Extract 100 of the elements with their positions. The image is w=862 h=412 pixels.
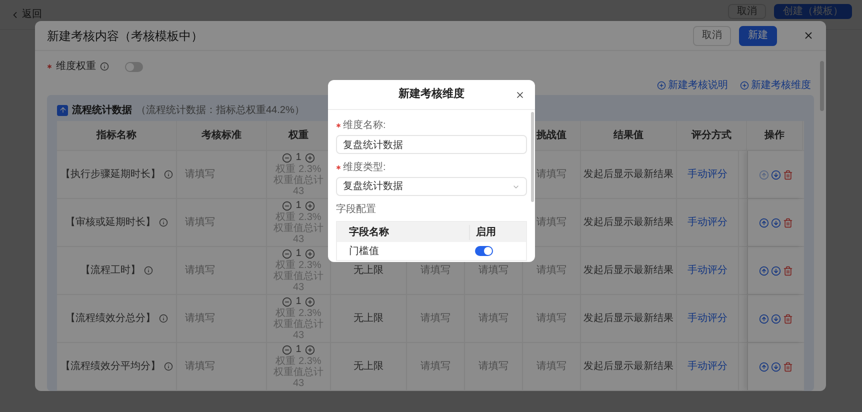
scoring-link[interactable]: 手动评分 xyxy=(688,311,728,326)
metric-name: 【流程绩效分总分】 xyxy=(66,312,156,326)
move-up-icon[interactable] xyxy=(758,170,768,180)
plus-icon[interactable] xyxy=(305,201,316,211)
column-header: 考核标准 xyxy=(202,128,242,143)
move-down-icon[interactable] xyxy=(770,266,780,276)
minus-icon[interactable] xyxy=(282,153,292,163)
section-label: 字段配置 xyxy=(336,202,377,217)
limit-text: 无上限 xyxy=(354,312,384,326)
create-link[interactable]: 新建考核维度 xyxy=(740,78,811,93)
placeholder-text: 请填写 xyxy=(185,168,215,182)
weight-value: 1 xyxy=(296,200,302,212)
delete-icon[interactable] xyxy=(782,218,792,228)
delete-icon[interactable] xyxy=(782,266,792,276)
toggle-switch[interactable] xyxy=(125,62,143,72)
scoring-link[interactable]: 手动评分 xyxy=(688,167,728,182)
minus-icon[interactable] xyxy=(282,249,292,259)
result-text: 发起后显示最新结果 xyxy=(584,312,674,326)
metric-name: 【流程工时】 xyxy=(80,264,140,278)
move-down-icon[interactable] xyxy=(770,314,780,324)
placeholder-text: 请填写 xyxy=(185,264,215,278)
scoring-link[interactable]: 手动评分 xyxy=(688,359,728,374)
info-icon xyxy=(158,218,168,227)
metric-name: 【执行步骤延期时长】 xyxy=(60,168,160,182)
column-header: 权重 xyxy=(288,128,308,143)
weight-value: 1 xyxy=(296,296,302,308)
column-header: 指标名称 xyxy=(96,128,136,143)
scoring-link[interactable]: 手动评分 xyxy=(688,263,728,278)
delete-icon[interactable] xyxy=(782,362,792,372)
placeholder-text: 请填写 xyxy=(536,360,566,374)
placeholder-text: 请填写 xyxy=(478,360,508,374)
minus-icon[interactable] xyxy=(282,297,292,307)
column-header: 启用 xyxy=(469,224,496,240)
weight-value: 1 xyxy=(296,344,302,356)
minus-icon[interactable] xyxy=(282,201,292,211)
toggle-switch[interactable] xyxy=(475,246,493,256)
placeholder-text: 请填写 xyxy=(420,264,450,278)
cancel-button[interactable]: 取消 xyxy=(693,26,731,46)
placeholder-text: 请填写 xyxy=(536,264,566,278)
result-text: 发起后显示最新结果 xyxy=(584,360,674,374)
section-title: 流程统计数据 xyxy=(72,103,132,118)
limit-text: 无上限 xyxy=(354,264,384,278)
column-header: 结果值 xyxy=(614,128,644,143)
close-icon[interactable] xyxy=(803,30,814,41)
metric-name: 【流程绩效分平均分】 xyxy=(60,360,160,374)
minus-icon[interactable] xyxy=(282,345,292,355)
result-text: 发起后显示最新结果 xyxy=(584,168,674,182)
move-down-icon[interactable] xyxy=(770,218,780,228)
move-down-icon[interactable] xyxy=(770,170,780,180)
create-link[interactable]: 新建考核说明 xyxy=(657,78,728,93)
field-name: 门槛值 xyxy=(348,244,380,258)
weight-value: 1 xyxy=(296,152,302,164)
info-icon xyxy=(158,314,168,323)
plus-icon[interactable] xyxy=(305,249,316,259)
placeholder-text: 请填写 xyxy=(536,216,566,230)
field-label: 维度类型: xyxy=(343,160,386,174)
plus-icon[interactable] xyxy=(305,297,316,307)
column-header: 挑战值 xyxy=(536,128,566,143)
modal-title: 新建考核内容（考核模板中） xyxy=(47,28,203,44)
delete-icon[interactable] xyxy=(782,170,792,180)
weight-value: 1 xyxy=(296,248,302,260)
primary-button[interactable]: 新建 xyxy=(739,26,777,46)
arrow-up-icon xyxy=(57,104,68,116)
select-field[interactable]: 复盘统计数据 xyxy=(336,177,527,196)
plus-icon[interactable] xyxy=(305,153,316,163)
primary-button[interactable]: 创建（模板） xyxy=(774,4,852,19)
limit-text: 无上限 xyxy=(354,360,384,374)
metric-name: 【审核或延期时长】 xyxy=(66,216,156,230)
column-header: 操作 xyxy=(764,128,784,143)
result-text: 发起后显示最新结果 xyxy=(584,264,674,278)
move-up-icon[interactable] xyxy=(758,314,768,324)
link-text[interactable]: 新建考核说明 xyxy=(668,78,728,93)
placeholder-text: 请填写 xyxy=(536,168,566,182)
delete-icon[interactable] xyxy=(782,314,792,324)
close-icon[interactable] xyxy=(515,90,525,100)
field-label: 维度名称: xyxy=(343,118,386,132)
column-header: 评分方式 xyxy=(692,128,732,143)
placeholder-text: 请填写 xyxy=(185,312,215,326)
section-summary: （流程统计数据：指标总权重44.2%） xyxy=(136,104,304,118)
back-link[interactable]: 返回 xyxy=(22,7,42,22)
plus-icon xyxy=(657,80,666,90)
move-up-icon[interactable] xyxy=(758,362,768,372)
column-header: 字段名称 xyxy=(348,225,390,240)
move-up-icon[interactable] xyxy=(758,218,768,228)
plus-icon[interactable] xyxy=(305,345,316,355)
move-up-icon[interactable] xyxy=(758,266,768,276)
info-icon xyxy=(144,266,152,275)
placeholder-text: 请填写 xyxy=(478,264,508,278)
placeholder-text: 请填写 xyxy=(420,360,450,374)
input-field[interactable]: 复盘统计数据 xyxy=(336,135,527,154)
placeholder-text: 请填写 xyxy=(420,312,450,326)
move-down-icon[interactable] xyxy=(770,362,780,372)
scoring-link[interactable]: 手动评分 xyxy=(688,215,728,230)
placeholder-text: 请填写 xyxy=(185,360,215,374)
placeholder-text: 请填写 xyxy=(478,312,508,326)
dialog-title: 新建考核维度 xyxy=(398,86,464,102)
link-text[interactable]: 新建考核维度 xyxy=(751,78,811,93)
weight-switch-label: 维度权重 xyxy=(56,60,96,74)
info-icon xyxy=(164,362,172,371)
result-text: 发起后显示最新结果 xyxy=(584,216,674,230)
